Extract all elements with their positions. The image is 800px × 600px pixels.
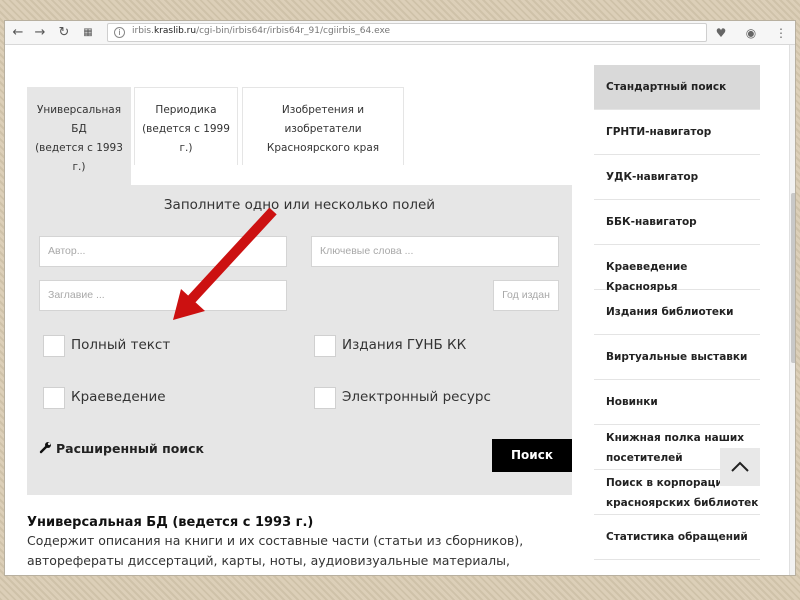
sidebar-item[interactable]: УДК-навигатор	[594, 155, 760, 200]
tab-label-line: г.)	[179, 142, 193, 154]
gunb-editions-label: Издания ГУНБ КК	[342, 337, 467, 353]
sidebar-item[interactable]: Статистика обращений	[594, 515, 760, 560]
tab-inventions[interactable]: Изобретения и изобретатели Красноярского к…	[242, 87, 404, 165]
search-panel-title: Заполните одно или несколько полей	[163, 197, 436, 213]
tab-label-line: (ведется с 1999	[142, 123, 230, 135]
bookmark-icon[interactable]: ♥	[713, 25, 729, 41]
sidebar-item[interactable]: Издания библиотеки	[594, 290, 760, 335]
sidebar-item-label: Виртуальные выставки	[606, 351, 748, 363]
forward-icon[interactable]: →	[31, 24, 49, 42]
browser-window: ← → ↻ ▦ i irbis.kraslib.ru/cgi-bin/irbis…	[4, 20, 796, 576]
description-line: Содержит описания на книги и их составны…	[27, 533, 524, 548]
tab-label-line: Универсальная	[36, 104, 122, 116]
chevron-up-icon	[731, 461, 749, 472]
author-input[interactable]: Автор...	[39, 236, 287, 267]
tab-label-line: Красноярского края	[266, 142, 380, 154]
sidebar-item-label: красноярских библиотек	[606, 497, 759, 509]
scroll-to-top-button[interactable]	[720, 448, 760, 486]
sidebar-item-label: Книжная полка наших	[606, 432, 745, 444]
title-input[interactable]: Заглавие ...	[39, 280, 287, 311]
sidebar-item-label: Новинки	[606, 396, 658, 408]
menu-icon[interactable]: ⋮	[773, 25, 789, 41]
tab-periodicals[interactable]: Периодика (ведется с 1999 г.)	[134, 87, 238, 165]
tab-label-line: Периодика	[155, 104, 217, 116]
page-content: Универсальная БД (ведется с 1993 г.) Периоди…	[5, 45, 789, 575]
description-title: Универсальная БД (ведется с 1993 г.)	[27, 515, 314, 530]
url-text: irbis.kraslib.ru/cgi-bin/irbis64r/irbis6…	[132, 26, 391, 36]
sidebar-item[interactable]: ББК-навигатор	[594, 200, 760, 245]
sidebar-item-label: ГРНТИ-навигатор	[606, 126, 712, 138]
full-text-checkbox[interactable]	[43, 335, 65, 357]
local-history-label: Краеведение	[71, 389, 166, 405]
local-history-checkbox[interactable]	[43, 387, 65, 409]
address-bar[interactable]: i irbis.kraslib.ru/cgi-bin/irbis64r/irbi…	[107, 23, 707, 42]
browser-toolbar: ← → ↻ ▦ i irbis.kraslib.ru/cgi-bin/irbis…	[5, 21, 795, 45]
sidebar-item-label: Издания библиотеки	[606, 306, 734, 318]
tab-label-line: Изобретения и	[281, 104, 365, 116]
sidebar-item-label: УДК-навигатор	[606, 171, 699, 183]
advanced-search-link[interactable]: Расширенный поиск	[39, 441, 204, 457]
tab-universal-db[interactable]: Универсальная БД (ведется с 1993 г.)	[27, 87, 131, 187]
electronic-resource-checkbox[interactable]	[314, 387, 336, 409]
database-description: Универсальная БД (ведется с 1993 г.) Сод…	[27, 515, 577, 570]
lock-icon[interactable]: ◉	[743, 25, 759, 41]
sidebar-item-label: Стандартный поиск	[606, 81, 727, 93]
scrollbar-thumb[interactable]	[791, 193, 795, 363]
sidebar-item[interactable]: ГРНТИ-навигатор	[594, 110, 760, 155]
tab-label-line: изобретатели	[284, 123, 362, 135]
full-text-label: Полный текст	[71, 337, 171, 353]
keywords-input[interactable]: Ключевые слова ...	[311, 236, 559, 267]
reload-icon[interactable]: ↻	[55, 24, 73, 42]
tab-label-line: БД	[71, 123, 87, 135]
sidebar-item[interactable]: Виртуальные выставки	[594, 335, 760, 380]
sidebar-item[interactable]: Новинки	[594, 380, 760, 425]
apps-icon[interactable]: ▦	[79, 24, 97, 42]
tab-label-line: (ведется с 1993	[35, 142, 123, 154]
year-input[interactable]: Год издан	[493, 280, 559, 311]
info-icon[interactable]: i	[114, 27, 125, 38]
description-line: автореферaты диссертаций, карты, ноты, а…	[27, 553, 510, 568]
wrench-icon	[39, 441, 52, 457]
back-icon[interactable]: ←	[9, 24, 27, 42]
sidebar-item[interactable]: Краеведение Красноярья	[594, 245, 760, 293]
advanced-search-label: Расширенный поиск	[56, 441, 205, 456]
gunb-editions-checkbox[interactable]	[314, 335, 336, 357]
page-scrollbar[interactable]	[789, 45, 795, 575]
search-button[interactable]: Поиск	[492, 439, 572, 472]
sidebar-item[interactable]: Стандартный поиск	[594, 65, 760, 110]
tab-label-line: г.)	[72, 161, 86, 173]
sidebar-item-label: Статистика обращений	[606, 531, 748, 543]
search-panel: Заполните одно или несколько полей Автор…	[27, 185, 572, 495]
sidebar-nav: Стандартный поиск ГРНТИ-навигатор УДК-нави…	[594, 65, 760, 575]
sidebar-item-label: ББК-навигатор	[606, 216, 697, 228]
electronic-resource-label: Электронный ресурс	[342, 389, 491, 405]
